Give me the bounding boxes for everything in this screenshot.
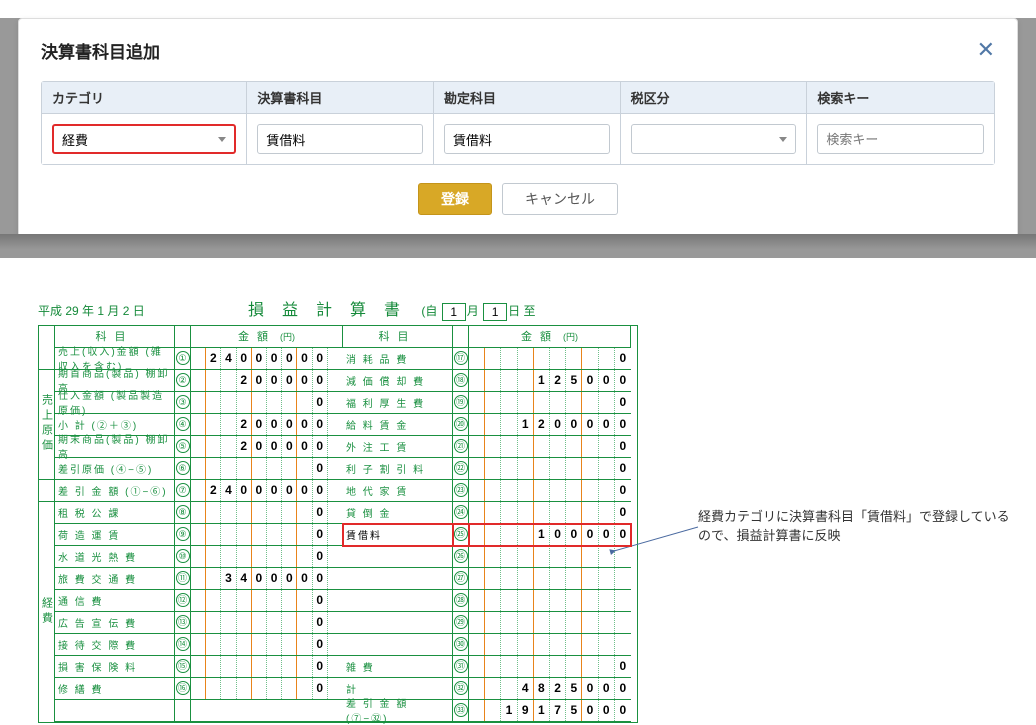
- submit-button[interactable]: 登録: [418, 183, 492, 215]
- chevron-down-icon: [779, 137, 787, 142]
- modal-buttons: 登録 キャンセル: [41, 183, 995, 215]
- cancel-button[interactable]: キャンセル: [502, 183, 618, 215]
- chevron-down-icon: [218, 137, 226, 142]
- pl-date-line: 平成 29 年 1 月 2 日 損益計算書 (自 1月 1日 至: [38, 296, 638, 321]
- label-category: カテゴリ: [42, 82, 246, 114]
- period-month: 1: [442, 303, 466, 321]
- label-fs-item: 決算書科目: [247, 82, 433, 114]
- pl-title: 損益計算書: [248, 296, 418, 320]
- search-input[interactable]: [817, 124, 984, 154]
- add-fs-item-modal: 決算書科目追加 ✕ カテゴリ 経費 決算書科目 勘定科目: [18, 18, 1018, 238]
- modal-backdrop: 決算書科目追加 ✕ カテゴリ 経費 決算書科目 勘定科目: [0, 18, 1036, 258]
- modal-header: 決算書科目追加 ✕: [41, 37, 995, 63]
- annotation-text: 経費カテゴリに決算書科目「賃借料」で登録しているので、損益計算書に反映: [698, 506, 1018, 544]
- pl-form: 平成 29 年 1 月 2 日 損益計算書 (自 1月 1日 至 科目金額(円)…: [38, 296, 638, 723]
- fs-item-input[interactable]: [257, 124, 423, 154]
- form-grid: カテゴリ 経費 決算書科目 勘定科目 税区分: [41, 81, 995, 165]
- category-value: 経費: [62, 130, 88, 149]
- close-icon[interactable]: ✕: [977, 37, 995, 63]
- label-account: 勘定科目: [434, 82, 620, 114]
- modal-title: 決算書科目追加: [41, 38, 160, 63]
- period-day: 1: [483, 303, 507, 321]
- tax-select[interactable]: [631, 124, 797, 154]
- category-select[interactable]: 経費: [52, 124, 236, 154]
- label-tax: 税区分: [621, 82, 807, 114]
- label-search: 検索キー: [807, 82, 994, 114]
- account-input[interactable]: [444, 124, 610, 154]
